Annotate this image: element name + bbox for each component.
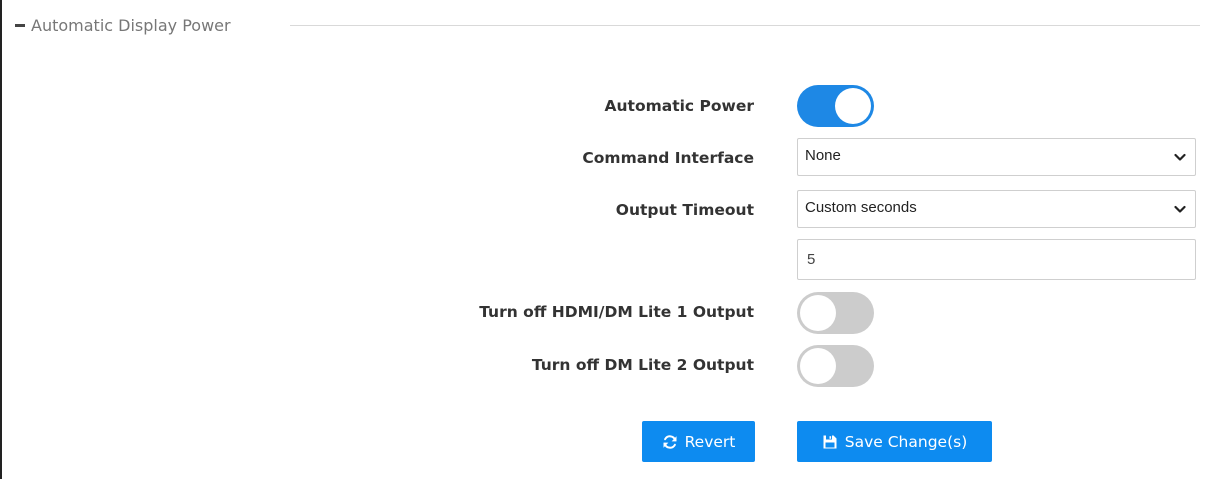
section-legend[interactable]: Automatic Display Power [15, 14, 231, 36]
output-timeout-label: Output Timeout [615, 201, 754, 219]
floppy-disk-icon [823, 435, 837, 448]
chevron-down-icon [1174, 153, 1186, 161]
output-timeout-value: Custom seconds [805, 199, 917, 216]
toggle-knob [800, 295, 836, 331]
automatic-display-power-panel: Automatic Display Power Automatic Power … [0, 0, 1205, 479]
minus-icon[interactable] [15, 23, 25, 27]
revert-button[interactable]: Revert [642, 421, 755, 462]
chevron-down-icon [1174, 205, 1186, 213]
refresh-icon [663, 434, 677, 449]
section-divider [290, 25, 1200, 26]
toggle-knob [835, 88, 871, 124]
turn-off-dm-lite-2-label: Turn off DM Lite 2 Output [531, 356, 754, 374]
output-timeout-select[interactable]: Custom seconds [797, 190, 1196, 228]
turn-off-dm-lite-2-toggle[interactable] [797, 345, 874, 387]
custom-seconds-input[interactable] [797, 239, 1196, 280]
section-title: Automatic Display Power [31, 15, 231, 35]
command-interface-select[interactable]: None [797, 138, 1196, 176]
save-changes-button[interactable]: Save Change(s) [797, 421, 992, 462]
automatic-power-toggle[interactable] [797, 85, 874, 127]
turn-off-hdmi-dm-lite-1-toggle[interactable] [797, 292, 874, 334]
turn-off-hdmi-dm-lite-1-label: Turn off HDMI/DM Lite 1 Output [479, 303, 754, 321]
toggle-knob [800, 348, 836, 384]
save-changes-label: Save Change(s) [844, 432, 968, 451]
command-interface-value: None [805, 147, 841, 164]
command-interface-label: Command Interface [582, 149, 754, 167]
automatic-power-label: Automatic Power [604, 97, 755, 115]
revert-label: Revert [684, 432, 736, 451]
